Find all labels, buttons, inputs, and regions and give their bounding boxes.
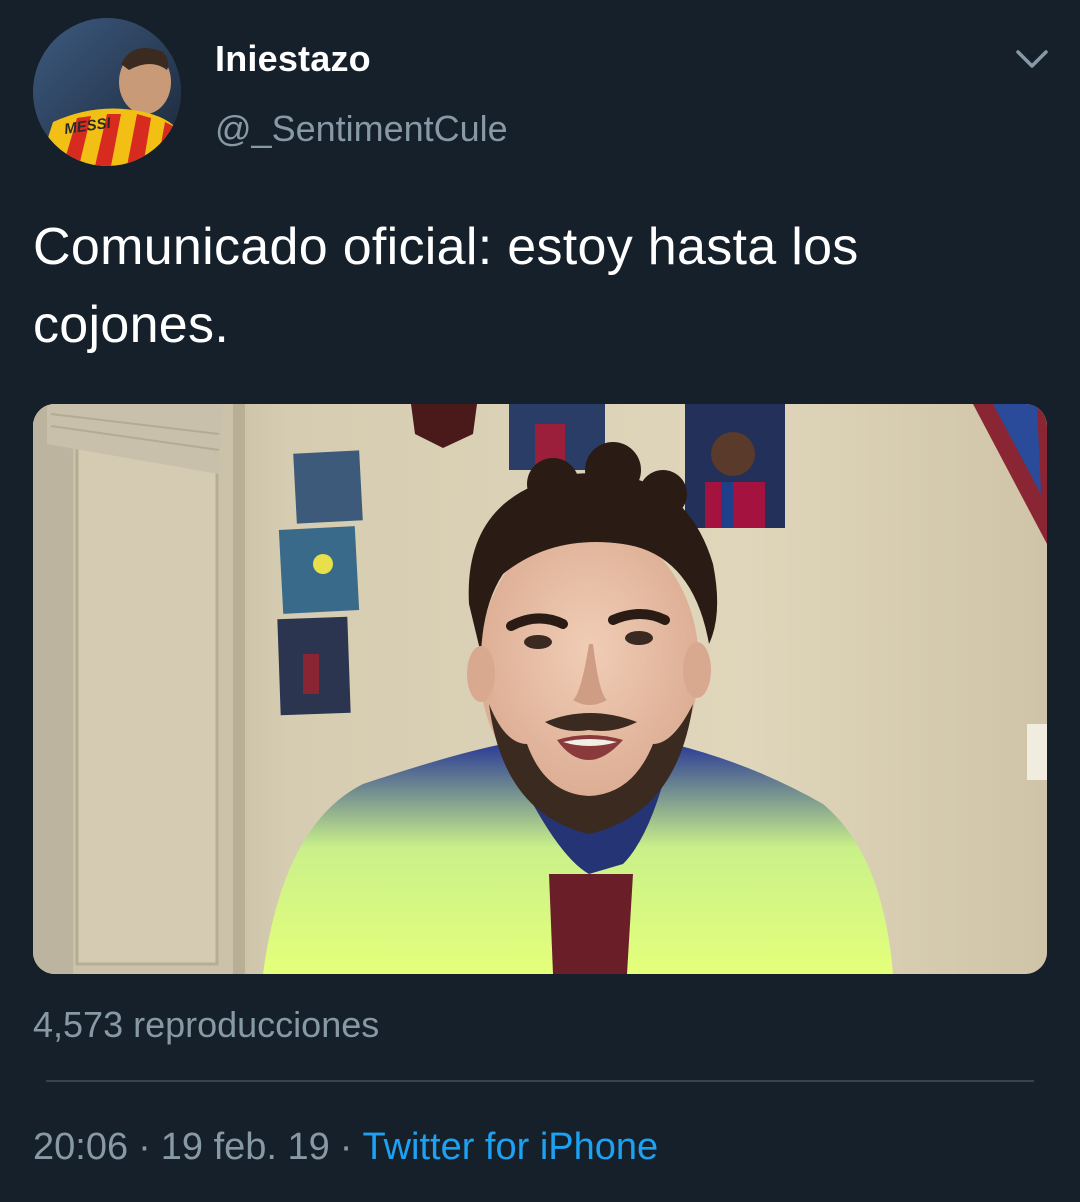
meta-separator: ·	[339, 1126, 353, 1168]
tweet-metadata: 20:06 · 19 feb. 19 · Twitter for iPhone	[33, 1126, 658, 1169]
tweet-date: 19 feb. 19	[160, 1126, 330, 1168]
divider	[46, 1080, 1034, 1082]
tweet-source-link[interactable]: Twitter for iPhone	[362, 1126, 658, 1168]
chevron-down-icon[interactable]	[1014, 44, 1050, 74]
tweet-time: 20:06	[33, 1126, 129, 1168]
tweet-detail: MESSI Iniestazo @_SentimentCule Comunica…	[0, 0, 1080, 1202]
user-handle[interactable]: @_SentimentCule	[215, 108, 508, 150]
display-name[interactable]: Iniestazo	[215, 38, 371, 80]
video-player[interactable]	[33, 404, 1047, 974]
meta-separator: ·	[138, 1126, 151, 1168]
avatar[interactable]: MESSI	[33, 18, 181, 166]
tweet-text: Comunicado oficial: estoy hasta los cojo…	[33, 218, 859, 354]
video-thumbnail	[33, 404, 1047, 974]
view-count: 4,573 reproducciones	[33, 1004, 380, 1045]
